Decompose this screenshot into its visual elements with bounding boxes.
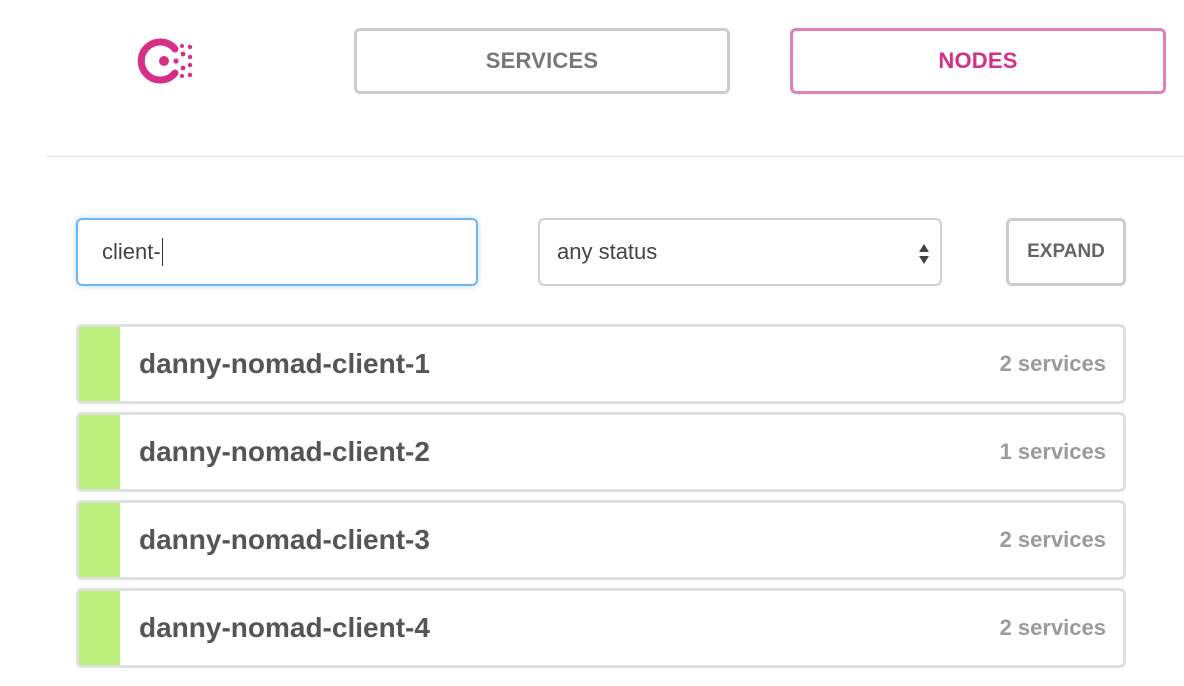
status-filter-select[interactable]: any status	[538, 218, 942, 286]
select-arrows-icon	[919, 244, 929, 264]
health-status-bar	[79, 503, 120, 577]
node-name: danny-nomad-client-1	[139, 348, 430, 379]
search-input[interactable]: client-	[76, 218, 478, 286]
node-name: danny-nomad-client-2	[139, 436, 430, 467]
nav-services-button[interactable]: SERVICES	[354, 28, 730, 94]
search-input-value: client-	[102, 239, 161, 264]
header-divider	[46, 156, 1184, 157]
node-service-count: 1 services	[999, 439, 1106, 464]
node-row[interactable]: danny-nomad-client-2 1 services	[76, 412, 1126, 492]
health-status-bar	[79, 591, 120, 665]
expand-button[interactable]: EXPAND	[1006, 218, 1126, 286]
node-service-count: 2 services	[999, 527, 1106, 552]
node-name: danny-nomad-client-3	[139, 524, 430, 555]
node-row[interactable]: danny-nomad-client-4 2 services	[76, 588, 1126, 668]
nav-nodes-button[interactable]: NODES	[790, 28, 1166, 94]
health-status-bar	[79, 415, 120, 489]
consul-logo-icon[interactable]	[136, 33, 196, 89]
node-row[interactable]: danny-nomad-client-1 2 services	[76, 324, 1126, 404]
status-filter-value: any status	[557, 239, 658, 264]
node-service-count: 2 services	[999, 615, 1106, 640]
health-status-bar	[79, 327, 120, 401]
node-row[interactable]: danny-nomad-client-3 2 services	[76, 500, 1126, 580]
node-service-count: 2 services	[999, 351, 1106, 376]
text-cursor	[161, 238, 163, 266]
node-name: danny-nomad-client-4	[139, 612, 430, 643]
